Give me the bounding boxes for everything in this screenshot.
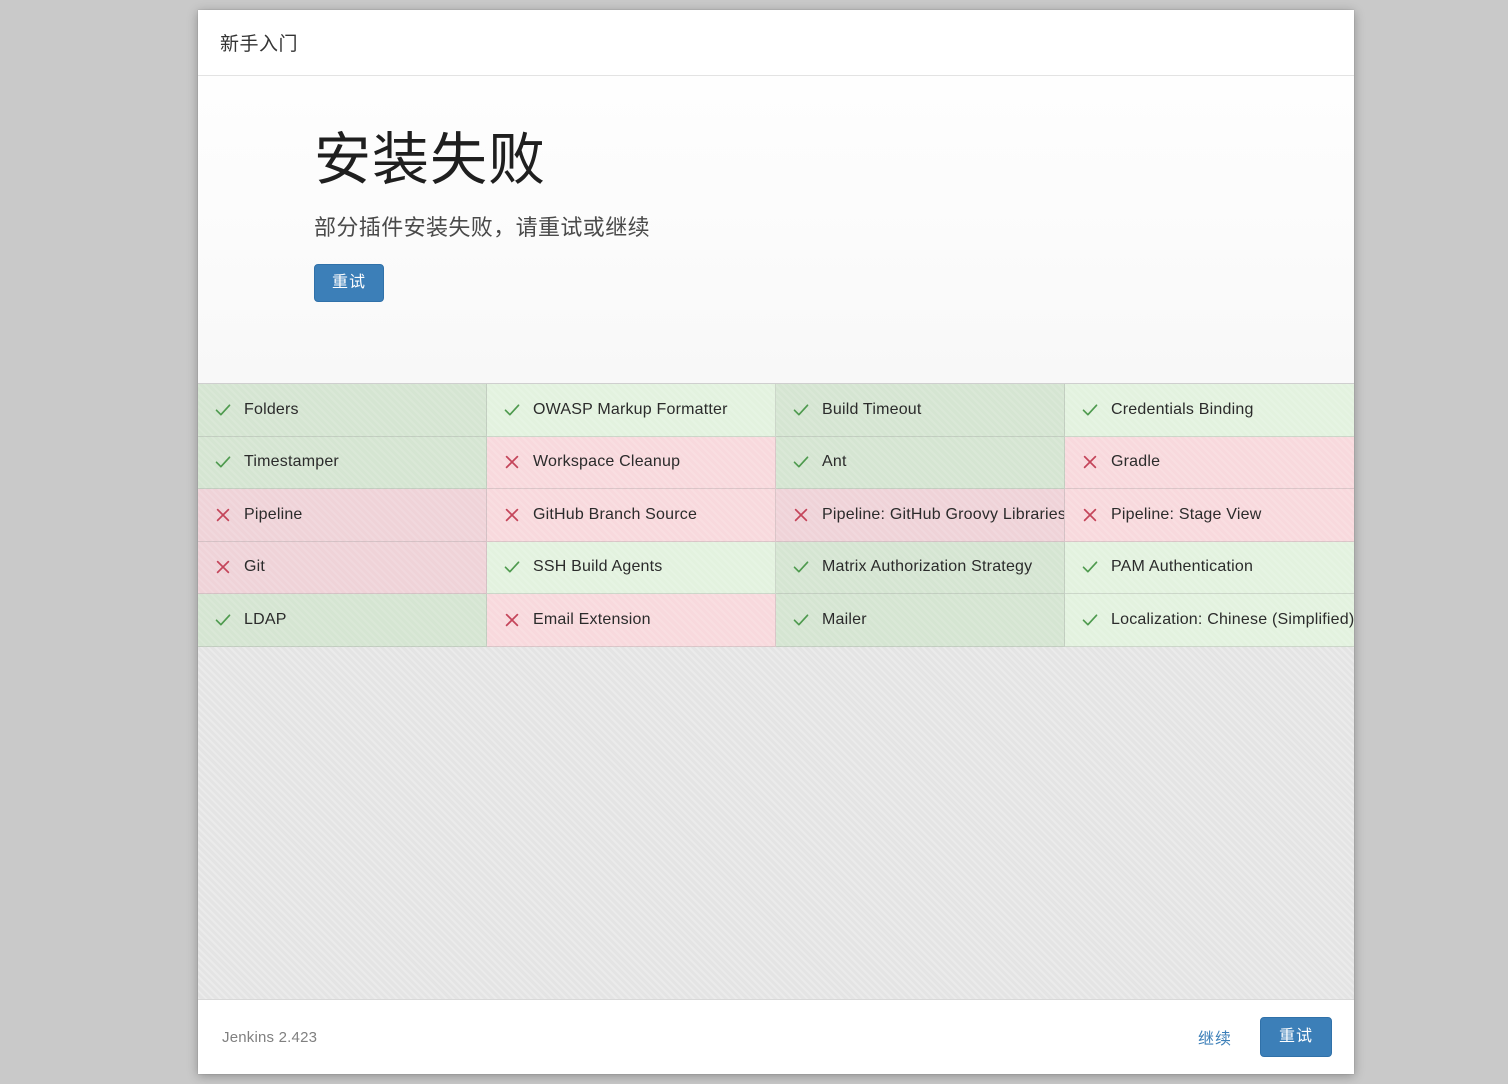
cross-icon: [1079, 451, 1101, 473]
plugin-name: Localization: Chinese (Simplified): [1111, 610, 1354, 628]
plugin-name: PAM Authentication: [1111, 558, 1254, 576]
check-icon: [1079, 556, 1101, 578]
wizard-footer: Jenkins 2.423 继续 重试: [198, 999, 1354, 1074]
install-failed-subtitle: 部分插件安装失败，请重试或继续: [314, 214, 651, 240]
plugin-name: Matrix Authorization Strategy: [822, 558, 1033, 576]
plugin-name: Email Extension: [533, 610, 651, 628]
cross-icon: [1079, 504, 1101, 526]
retry-button-main[interactable]: 重试: [314, 263, 385, 303]
retry-button-footer[interactable]: 重试: [1259, 1016, 1332, 1058]
check-icon: [212, 609, 234, 631]
plugin-cell: Email Extension: [487, 594, 776, 647]
check-icon: [790, 451, 812, 473]
plugin-cell: Git: [198, 541, 487, 594]
plugin-cell: Pipeline: Stage View: [1065, 489, 1354, 542]
cross-icon: [501, 504, 523, 526]
plugin-name: Workspace Cleanup: [533, 453, 681, 471]
plugin-name: Git: [244, 558, 266, 576]
plugin-cell: Folders: [198, 384, 487, 437]
cross-icon: [501, 609, 523, 631]
cross-icon: [501, 451, 523, 473]
check-icon: [1079, 399, 1101, 421]
cross-icon: [790, 504, 812, 526]
plugin-name: Timestamper: [244, 453, 339, 471]
cross-icon: [212, 504, 234, 526]
grid-filler-area: [198, 646, 1354, 999]
plugin-status-grid: Folders OWASP Markup Formatter Build Timeo…: [198, 383, 1354, 647]
plugin-cell: Timestamper: [198, 436, 487, 489]
plugin-name: Pipeline: GitHub Groovy Libraries: [822, 505, 1065, 523]
jenkins-version-label: Jenkins 2.423: [222, 1028, 318, 1046]
check-icon: [1079, 609, 1101, 631]
plugin-name: Folders: [244, 400, 299, 418]
plugin-cell: Mailer: [776, 594, 1065, 647]
check-icon: [212, 451, 234, 473]
plugin-name: Mailer: [822, 610, 867, 628]
plugin-cell: Build Timeout: [776, 384, 1065, 437]
plugin-cell: Pipeline: [198, 489, 487, 542]
plugin-cell: Matrix Authorization Strategy: [776, 541, 1065, 594]
plugin-cell: GitHub Branch Source: [487, 489, 776, 542]
check-icon: [790, 399, 812, 421]
plugin-name: Credentials Binding: [1111, 400, 1254, 418]
plugin-name: OWASP Markup Formatter: [533, 400, 728, 418]
plugin-cell: SSH Build Agents: [487, 541, 776, 594]
install-failed-heading: 安装失败: [314, 128, 546, 192]
cross-icon: [212, 556, 234, 578]
plugin-cell: Localization: Chinese (Simplified): [1065, 594, 1354, 647]
plugin-cell: Ant: [776, 436, 1065, 489]
install-status-panel: 安装失败 部分插件安装失败，请重试或继续 重试: [198, 76, 1354, 383]
setup-wizard-panel: 新手入门 安装失败 部分插件安装失败，请重试或继续 重试 Folders OWAS…: [198, 10, 1354, 1074]
check-icon: [790, 556, 812, 578]
plugin-name: Ant: [822, 453, 847, 471]
plugin-name: SSH Build Agents: [533, 558, 663, 576]
plugin-cell: Workspace Cleanup: [487, 436, 776, 489]
plugin-cell: Gradle: [1065, 436, 1354, 489]
plugin-name: Build Timeout: [822, 400, 922, 418]
plugin-cell: LDAP: [198, 594, 487, 647]
plugin-cell: PAM Authentication: [1065, 541, 1354, 594]
plugin-name: GitHub Branch Source: [533, 505, 698, 523]
check-icon: [501, 399, 523, 421]
plugin-name: Gradle: [1111, 453, 1161, 471]
plugin-cell: Pipeline: GitHub Groovy Libraries: [776, 489, 1065, 542]
plugin-name: Pipeline: [244, 505, 303, 523]
plugin-cell: Credentials Binding: [1065, 384, 1354, 437]
wizard-body: 安装失败 部分插件安装失败，请重试或继续 重试 Folders OWASP Mar…: [198, 76, 1354, 999]
plugin-name: Pipeline: Stage View: [1111, 505, 1262, 523]
check-icon: [212, 399, 234, 421]
continue-button[interactable]: 继续: [1184, 1017, 1246, 1057]
wizard-header: 新手入门: [198, 10, 1354, 76]
plugin-name: LDAP: [244, 610, 287, 628]
check-icon: [790, 609, 812, 631]
check-icon: [501, 556, 523, 578]
plugin-cell: OWASP Markup Formatter: [487, 384, 776, 437]
page-title: 新手入门: [220, 34, 299, 55]
